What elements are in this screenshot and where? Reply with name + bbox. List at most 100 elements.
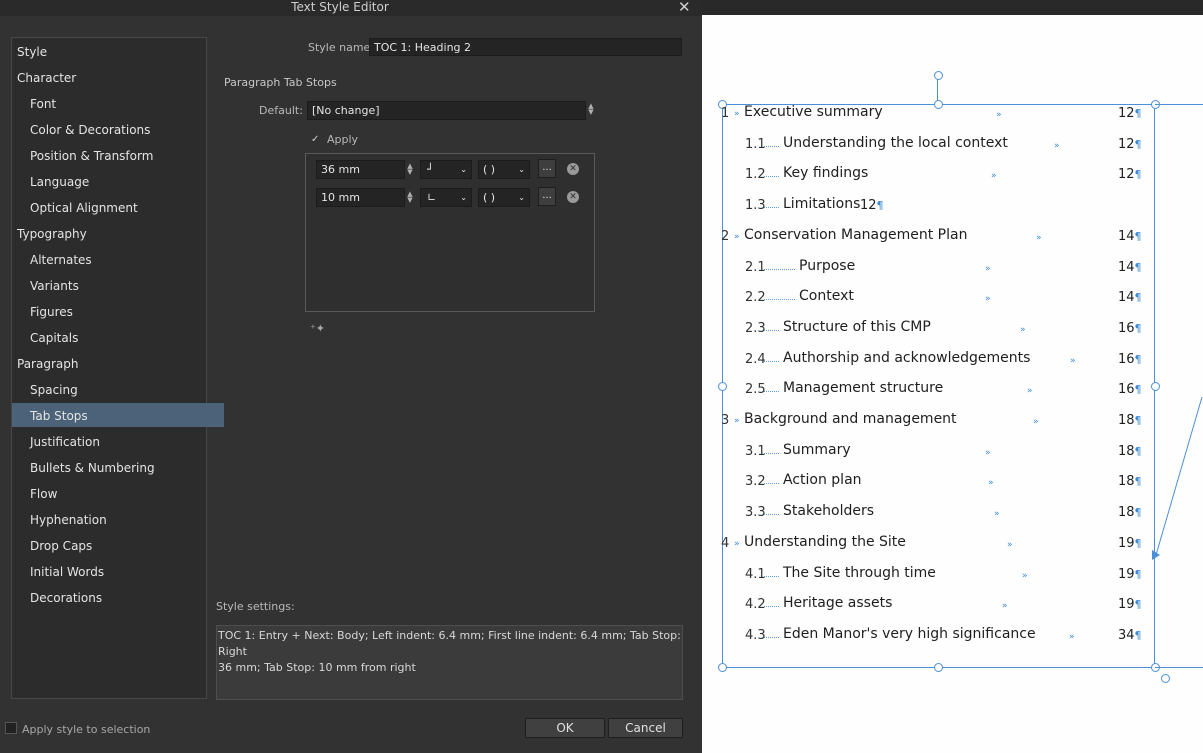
selection-handle[interactable] (1161, 674, 1170, 683)
apply-to-selection-checkbox[interactable]: Apply style to selection (5, 722, 150, 736)
toc-page-number: 12¶ (1118, 167, 1142, 182)
sidebar-item-variants[interactable]: Variants (12, 273, 224, 297)
sidebar-item-optical-alignment[interactable]: Optical Alignment (12, 195, 224, 219)
tab-position-input[interactable]: 36 mm (316, 160, 405, 179)
pilcrow-icon: ¶ (1134, 321, 1142, 335)
tab-marker-icon: » (1036, 232, 1042, 243)
style-settings-line: 36 mm; Tab Stop: 10 mm from right (218, 661, 416, 674)
pilcrow-icon: ¶ (1134, 536, 1142, 550)
selection-handle[interactable] (934, 663, 943, 672)
sidebar-item-decorations[interactable]: Decorations (12, 585, 224, 609)
sidebar-item-color-decorations[interactable]: Color & Decorations (12, 117, 224, 141)
sidebar-item-spacing[interactable]: Spacing (12, 377, 224, 401)
sidebar-item-capitals[interactable]: Capitals (12, 325, 224, 349)
tab-more-button[interactable]: ... (538, 159, 556, 178)
toc-number: 1 (721, 106, 730, 121)
pilcrow-icon: ¶ (1134, 352, 1142, 366)
sidebar-item-position-transform[interactable]: Position & Transform (12, 143, 224, 167)
pilcrow-icon: ¶ (1134, 107, 1142, 120)
toc-title: Understanding the Site (744, 533, 906, 550)
toc-title: Structure of this CMP (783, 318, 931, 335)
dot-leader (764, 360, 779, 362)
dot-leader (764, 575, 779, 577)
checkbox-box (5, 722, 17, 734)
remove-tab-icon[interactable]: ✕ (567, 191, 579, 203)
tab-leader-glyph: ( ) (483, 191, 496, 204)
sidebar-item-alternates[interactable]: Alternates (12, 247, 224, 271)
selection-handle[interactable] (718, 382, 727, 391)
page-number: 18 (1118, 413, 1135, 428)
tab-position-stepper-icon[interactable]: ▲ ▼ (406, 191, 414, 204)
sidebar-item-typography[interactable]: Typography (12, 221, 211, 245)
tab-alignment-select[interactable]: ┘ ⌄ (420, 160, 472, 179)
tab-more-button[interactable]: ... (538, 187, 556, 206)
toc-title: Stakeholders (783, 503, 875, 520)
toc-title: Conservation Management Plan (744, 226, 968, 243)
toc-title: Heritage assets (783, 595, 893, 612)
sidebar-item-tab-stops[interactable]: Tab Stops (12, 403, 224, 427)
selection-handle[interactable] (1151, 382, 1160, 391)
default-tab-input[interactable]: [No change] (307, 101, 586, 120)
tab-alignment-select[interactable]: ∟ ⌄ (420, 188, 472, 207)
pilcrow-icon: ¶ (1134, 414, 1142, 427)
sidebar-item-character[interactable]: Character (12, 65, 211, 89)
ok-button[interactable]: OK (525, 718, 605, 738)
toc-page-number: 18¶ (1118, 505, 1142, 520)
page-number: 18 (1118, 505, 1135, 521)
sidebar-item-flow[interactable]: Flow (12, 481, 224, 505)
tab-marker-icon: » (1027, 386, 1033, 397)
style-name-label: Style name: (308, 41, 375, 54)
toc-number: 4.2 (745, 597, 766, 613)
sidebar-item-figures[interactable]: Figures (12, 299, 224, 323)
tab-position-input[interactable]: 10 mm (316, 188, 405, 207)
toc-title: Context (799, 288, 854, 305)
tab-leader-select[interactable]: ( ) ⌄ (478, 160, 530, 179)
toc-title: Management structure (783, 380, 944, 397)
toc-title: Summary (783, 441, 851, 458)
sidebar-item-paragraph[interactable]: Paragraph (12, 351, 211, 375)
selection-handle[interactable] (934, 71, 943, 80)
dot-leader (764, 452, 779, 454)
tab-marker-icon: » (1007, 539, 1013, 550)
chevron-down-icon: ⌄ (460, 165, 467, 174)
sidebar-item-initial-words[interactable]: Initial Words (12, 559, 224, 583)
page-number: 14 (1118, 259, 1135, 275)
toc-number: 2.4 (745, 351, 766, 367)
add-tab-stop-icon[interactable]: ⁺✦ (310, 322, 325, 335)
sidebar-item-font[interactable]: Font (12, 91, 224, 115)
tab-alignment-glyph: ┘ (427, 163, 434, 176)
selection-handle[interactable] (718, 663, 727, 672)
toc-page-number: 14¶ (1118, 290, 1142, 305)
sidebar-item-justification[interactable]: Justification (12, 429, 224, 453)
tab-position-stepper-icon[interactable]: ▲ ▼ (406, 163, 414, 176)
page-number: 16 (1118, 320, 1135, 336)
pilcrow-icon: ¶ (1134, 229, 1142, 243)
toc-number: 1.3 (745, 198, 766, 214)
remove-tab-icon[interactable]: ✕ (567, 163, 579, 175)
sidebar-item-drop-caps[interactable]: Drop Caps (12, 533, 224, 557)
page-number: 12 (860, 198, 877, 214)
sidebar-item-style[interactable]: Style (12, 39, 211, 63)
document-canvas[interactable]: 1» Executive summary» 12¶ 1.1 Understanding … (702, 0, 1203, 753)
tab-leader-select[interactable]: ( ) ⌄ (478, 188, 530, 207)
toc-title: Purpose (799, 257, 856, 274)
style-settings-text: TOC 1: Entry + Next: Body; Left indent: … (216, 625, 683, 700)
pilcrow-icon: ¶ (1134, 291, 1142, 305)
apply-checkbox[interactable]: ✓ (311, 134, 322, 145)
toc-number: 3.2 (745, 474, 766, 490)
toc-title: Background and management (744, 411, 957, 427)
default-label: Default: (259, 104, 303, 117)
toc-page-number: 19¶ (1118, 567, 1142, 582)
pilcrow-icon: ¶ (1134, 444, 1142, 458)
sidebar-item-language[interactable]: Language (12, 169, 224, 193)
sidebar-item-bullets-numbering[interactable]: Bullets & Numbering (12, 455, 224, 479)
selection-handle[interactable] (934, 100, 943, 109)
cancel-button[interactable]: Cancel (608, 718, 683, 738)
close-icon[interactable]: ✕ (678, 0, 691, 16)
toc-title: Eden Manor's very high significance (783, 625, 1036, 642)
default-stepper-icon[interactable]: ▲ ▼ (587, 103, 595, 116)
style-name-input[interactable]: TOC 1: Heading 2 (369, 38, 682, 56)
sidebar-item-hyphenation[interactable]: Hyphenation (12, 507, 224, 531)
toc-number: 4 (721, 535, 730, 551)
pilcrow-icon: ¶ (1134, 137, 1142, 151)
